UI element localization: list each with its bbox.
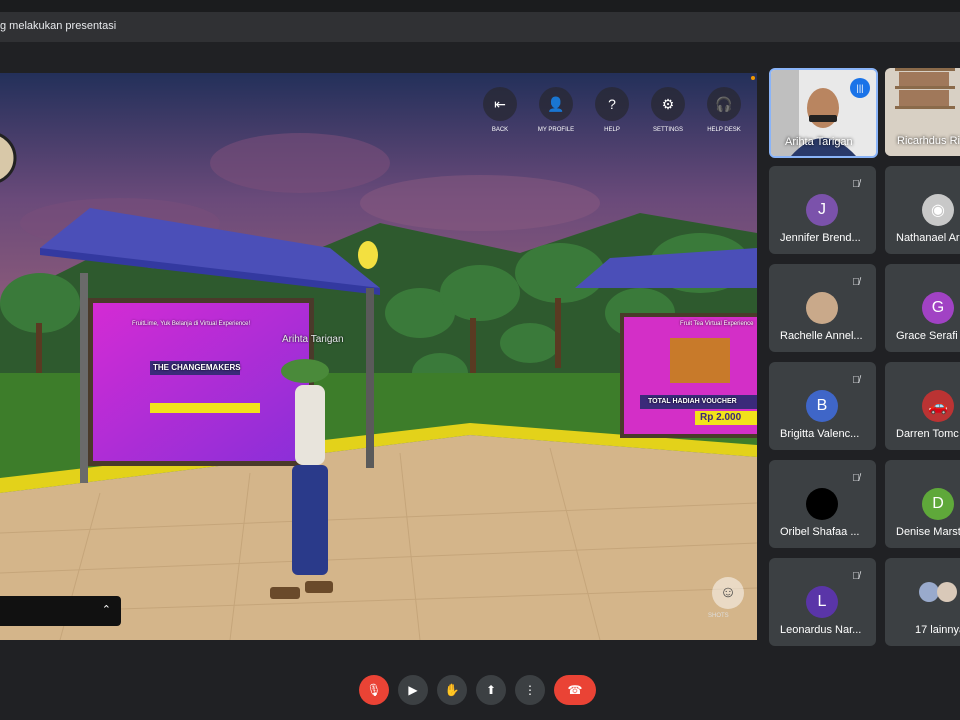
- avatar: [806, 488, 838, 520]
- participant-name: Rachelle Annel...: [780, 330, 863, 342]
- mic-off-icon: 🎙̸: [852, 375, 860, 386]
- participant-tile[interactable]: 🎙̸ Rachelle Annel...: [769, 264, 876, 352]
- raise-hand-button[interactable]: ✋: [437, 675, 467, 705]
- billboard-right-headline: Fruit Tea Virtual Experience: [680, 321, 754, 327]
- more-vert-icon: ⋮: [524, 683, 536, 697]
- speaking-indicator-icon: |||: [850, 78, 870, 98]
- billboard-right-prize-label: TOTAL HADIAH VOUCHER: [648, 398, 737, 405]
- participant-name: Nathanael Ar: [896, 232, 960, 244]
- participant-name: Leonardus Nar...: [780, 624, 862, 636]
- hud-helpdesk-label: HELP DESK: [707, 127, 741, 133]
- avatar: [937, 582, 957, 602]
- participant-name: Ricarhdus Ri: [897, 135, 960, 147]
- participant-name: Jennifer Brend...: [780, 232, 861, 244]
- participant-tile[interactable]: D Denise Marst: [885, 460, 960, 548]
- hud-help-button[interactable]: ? HELP: [590, 87, 634, 133]
- car-photo-icon: 🚗: [928, 398, 948, 415]
- billboard-left-banner: THE CHANGEMAKERS: [153, 363, 241, 372]
- settings-icon: ⚙: [651, 87, 685, 121]
- participant-name: Oribel Shafaa ...: [780, 526, 860, 538]
- person-photo-icon: ◉: [931, 202, 945, 219]
- hud-settings-button[interactable]: ⚙ SETTINGS: [646, 87, 690, 133]
- camera-snapshot-button[interactable]: ☺: [712, 577, 744, 609]
- mic-off-icon: 🎙̸: [852, 571, 860, 582]
- avatar: 🚗: [922, 390, 954, 422]
- participant-name: Darren Tomc: [896, 428, 959, 440]
- snapshot-icon: ☺: [719, 584, 737, 601]
- back-icon: ⇤: [483, 87, 517, 121]
- recording-dot: [751, 76, 755, 80]
- billboard-right-prize-value: Rp 2.000: [700, 412, 742, 423]
- chevron-up-icon[interactable]: ⌃: [102, 603, 111, 616]
- mic-off-icon: 🎙̸: [852, 277, 860, 288]
- mic-off-icon: 🎙̸: [852, 179, 860, 190]
- participant-tile[interactable]: G Grace Serafi: [885, 264, 960, 352]
- avatar: [806, 292, 838, 324]
- present-button[interactable]: ⬆: [476, 675, 506, 705]
- participant-tile-ricarhdus[interactable]: Ricarhdus Ri: [885, 68, 960, 156]
- hud-profile-label: MY PROFILE: [537, 127, 575, 133]
- hud-profile-button[interactable]: 👤 MY PROFILE: [534, 87, 578, 133]
- top-strip: [0, 0, 960, 12]
- hud-back-label: BACK: [491, 127, 509, 133]
- present-icon: ⬆: [485, 683, 497, 697]
- mic-off-icon: 🎙: [366, 683, 382, 697]
- participant-tile[interactable]: 🚗 Darren Tomc: [885, 362, 960, 450]
- participant-tile[interactable]: 🎙̸ L Leonardus Nar...: [769, 558, 876, 646]
- more-options-button[interactable]: ⋮: [515, 675, 545, 705]
- avatar: [919, 582, 939, 602]
- participant-tile[interactable]: 🎙̸ Oribel Shafaa ...: [769, 460, 876, 548]
- billboard-left-headline: FruitLime, Yuk Belanja di Virtual Experi…: [132, 321, 251, 327]
- avatar: ◉: [922, 194, 954, 226]
- avatar: D: [922, 488, 954, 520]
- snapshot-label: SHOTS: [708, 613, 729, 619]
- participant-name: Arihta Tarigan: [785, 136, 853, 148]
- mic-off-button[interactable]: 🎙: [359, 675, 389, 705]
- mic-off-icon: 🎙̸: [852, 473, 860, 484]
- leave-call-button[interactable]: ☎: [554, 675, 596, 705]
- caption-panel[interactable]: ⌃: [0, 596, 121, 626]
- hud-settings-label: SETTINGS: [652, 127, 683, 133]
- banner-text: g melakukan presentasi: [0, 20, 117, 32]
- camera-icon: ▶: [408, 683, 418, 697]
- avatar: L: [806, 586, 838, 618]
- hud-help-label: HELP: [604, 127, 620, 133]
- others-tile[interactable]: 17 lainnya: [885, 558, 960, 646]
- virtual-world-scene: [0, 73, 757, 640]
- participant-name: Brigitta Valenc...: [780, 428, 860, 440]
- presentation-banner: g melakukan presentasi: [0, 12, 960, 42]
- hud-back-button[interactable]: ⇤ BACK: [478, 87, 522, 133]
- hand-icon: ✋: [444, 683, 460, 697]
- avatar-name-tag: Arihta Tarigan: [282, 334, 344, 345]
- presentation-stage: ⇤ BACK 👤 MY PROFILE ? HELP ⚙ SETTINGS 🎧 …: [0, 73, 757, 640]
- participant-tile[interactable]: 🎙̸ B Brigitta Valenc...: [769, 362, 876, 450]
- participant-name: Grace Serafi: [896, 330, 958, 342]
- participant-tile[interactable]: ◉ Nathanael Ar: [885, 166, 960, 254]
- avatar: J: [806, 194, 838, 226]
- participant-name: Denise Marst: [896, 526, 960, 538]
- profile-icon: 👤: [539, 87, 573, 121]
- hud-helpdesk-button[interactable]: 🎧 HELP DESK: [702, 87, 746, 133]
- avatar: G: [922, 292, 954, 324]
- hangup-icon: ☎: [567, 683, 583, 697]
- others-count: 17 lainnya: [915, 624, 960, 636]
- camera-button[interactable]: ▶: [398, 675, 428, 705]
- help-desk-icon: 🎧: [707, 87, 741, 121]
- participant-tile[interactable]: 🎙̸ J Jennifer Brend...: [769, 166, 876, 254]
- speaking-participant-tile[interactable]: ||| Arihta Tarigan: [769, 68, 878, 158]
- avatar: B: [806, 390, 838, 422]
- help-icon: ?: [595, 87, 629, 121]
